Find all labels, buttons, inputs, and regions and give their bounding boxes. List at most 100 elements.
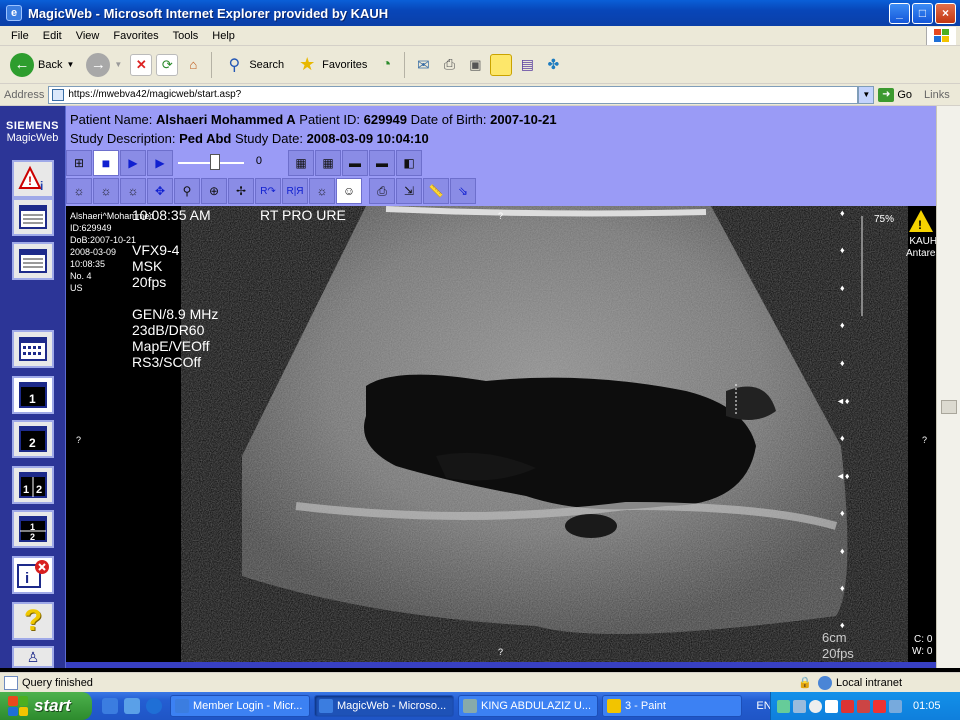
menu-help[interactable]: Help: [205, 30, 242, 42]
cine-speed-slider[interactable]: 0: [174, 150, 274, 176]
security-icon[interactable]: [793, 699, 806, 713]
research-icon[interactable]: ▤: [516, 54, 538, 76]
siemens-logo: SIEMENS: [5, 120, 59, 132]
messenger-icon[interactable]: [825, 699, 838, 713]
start-button[interactable]: start: [0, 692, 92, 720]
measure-tool[interactable]: 📏: [423, 178, 449, 204]
ie-icon[interactable]: [102, 698, 118, 714]
flip-tool[interactable]: R|Я: [282, 178, 308, 204]
pan-tool[interactable]: ✥: [147, 178, 173, 204]
messenger-icon[interactable]: ✤: [542, 54, 564, 76]
image-add-tool[interactable]: ▬: [369, 150, 395, 176]
display-icon[interactable]: [889, 699, 902, 713]
window-level-readout: C: 0 W: 0: [912, 634, 932, 658]
export-tool[interactable]: ⇲: [396, 178, 422, 204]
go-button[interactable]: ➜ Go: [878, 87, 912, 102]
menubar: File Edit View Favorites Tools Help: [0, 26, 960, 46]
window-level-tool[interactable]: ◧: [396, 150, 422, 176]
status-bar: Query finished 🔒 Local intranet: [0, 672, 960, 692]
rotate-tool[interactable]: R↷: [255, 178, 281, 204]
map-setting: MapE/VEOff: [132, 338, 210, 354]
layout-1x2-button[interactable]: 12: [12, 466, 54, 504]
series-plus-icon: ▦: [322, 156, 334, 170]
scrollbar-thumb[interactable]: [941, 400, 957, 414]
svg-text:♦: ♦: [840, 320, 845, 330]
menu-edit[interactable]: Edit: [36, 30, 69, 42]
mail-icon[interactable]: ✉: [412, 54, 434, 76]
svg-text:♦: ♦: [840, 358, 845, 368]
close-info-button[interactable]: i: [12, 556, 54, 594]
svg-text:♦: ♦: [840, 546, 845, 556]
antivirus-icon[interactable]: [841, 699, 854, 713]
task-magicweb[interactable]: MagicWeb - Microso...: [314, 695, 454, 717]
discuss-icon[interactable]: [490, 53, 513, 76]
play-cine-tool[interactable]: ▶: [147, 150, 173, 176]
user-button[interactable]: ♙: [12, 646, 54, 668]
layout-2x1-button[interactable]: 12: [12, 510, 54, 548]
menu-favorites[interactable]: Favorites: [106, 30, 165, 42]
menu-tools[interactable]: Tools: [166, 30, 206, 42]
refresh-icon[interactable]: ⟳: [156, 53, 179, 76]
vertical-scrollbar[interactable]: [936, 106, 960, 668]
image-prev-tool[interactable]: ▬: [342, 150, 368, 176]
address-input[interactable]: https://mwebva42/magicweb/start.asp?: [48, 85, 859, 104]
window-title: MagicWeb - Microsoft Internet Explorer p…: [28, 5, 389, 21]
stop-icon[interactable]: ✕: [130, 53, 153, 76]
menu-file[interactable]: File: [4, 30, 36, 42]
minimize-button[interactable]: _: [889, 3, 910, 24]
move-tool[interactable]: ✢: [228, 178, 254, 204]
task-member-login[interactable]: Member Login - Micr...: [170, 695, 310, 717]
update-icon[interactable]: [857, 699, 870, 713]
worklist-button[interactable]: [12, 198, 54, 236]
address-dropdown-chevron-icon[interactable]: ▼: [858, 85, 875, 104]
svg-text:◄♦: ◄♦: [836, 396, 850, 406]
layout-1-button[interactable]: 1: [12, 376, 54, 414]
study-list-button[interactable]: [12, 242, 54, 280]
home-icon[interactable]: ⌂: [182, 54, 204, 76]
search-button[interactable]: ⚲ Search: [219, 52, 288, 78]
series-prev-tool[interactable]: ▦: [288, 150, 314, 176]
annotation-tool[interactable]: ☺: [336, 178, 362, 204]
ie-icon: [319, 699, 333, 713]
print-icon[interactable]: ⎙: [438, 54, 460, 76]
links-button[interactable]: Links: [924, 89, 950, 101]
preset-tool[interactable]: ☼: [93, 178, 119, 204]
reset-tool[interactable]: ☼: [120, 178, 146, 204]
task-king-abdulaziz[interactable]: KING ABDULAZIZ U...: [458, 695, 598, 717]
stop-tool[interactable]: ■: [93, 150, 119, 176]
edit-icon[interactable]: ▣: [464, 54, 486, 76]
layout-grid-tool[interactable]: ⊞: [66, 150, 92, 176]
invert-tool[interactable]: ☼: [309, 178, 335, 204]
image-viewport[interactable]: ♦ ♦ ♦ ♦ ♦ ◄♦ ♦ ◄♦ ♦ ♦ ♦ ♦ ! Alshaeri^Mohammed ID:62…: [66, 206, 946, 668]
save-tool[interactable]: ⇘: [450, 178, 476, 204]
shield-icon[interactable]: [873, 699, 886, 713]
slider-knob[interactable]: [210, 154, 220, 170]
close-button[interactable]: ×: [935, 3, 956, 24]
task-paint[interactable]: 3 - Paint: [602, 695, 742, 717]
series-add-tool[interactable]: ▦: [315, 150, 341, 176]
network-icon[interactable]: [777, 699, 790, 713]
head-profile-icon: ☺: [342, 184, 356, 198]
maximize-button[interactable]: □: [912, 3, 933, 24]
volume-icon[interactable]: [809, 699, 822, 713]
favorites-button[interactable]: ★ Favorites: [292, 52, 371, 78]
play-tool[interactable]: ▶: [120, 150, 146, 176]
forward-button[interactable]: → ▼: [82, 51, 126, 79]
zoom-tool[interactable]: ⊕: [201, 178, 227, 204]
print-tool[interactable]: ⎙: [369, 178, 395, 204]
alert-info-button[interactable]: ! i: [12, 160, 54, 198]
back-button[interactable]: ← Back ▼: [6, 51, 78, 79]
brightness-tool[interactable]: ☼: [66, 178, 92, 204]
thumbnail-view-button[interactable]: [12, 330, 54, 368]
history-icon[interactable]: ◔: [375, 54, 397, 76]
menu-view[interactable]: View: [69, 30, 107, 42]
magnify-tool[interactable]: ⚲: [174, 178, 200, 204]
layout-2-button[interactable]: 2: [12, 420, 54, 458]
zoom-level: 75%: [874, 214, 895, 225]
help-button[interactable]: ?: [12, 602, 54, 640]
outlook-icon[interactable]: [124, 698, 140, 714]
start-label: start: [34, 696, 71, 715]
layout-stacked-icon: 12: [19, 516, 47, 542]
media-icon[interactable]: [146, 698, 162, 714]
svg-text:1: 1: [30, 522, 35, 532]
